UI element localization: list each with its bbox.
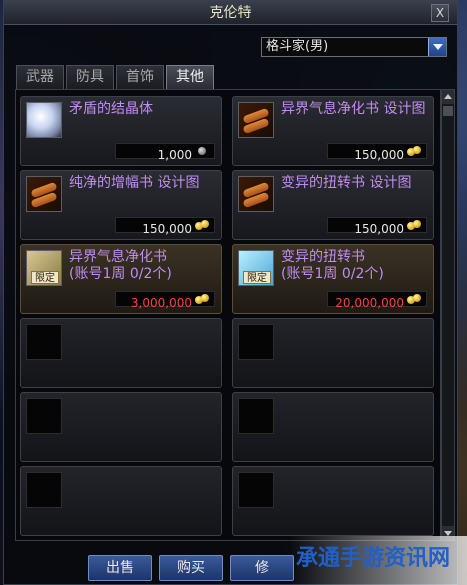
item-name: 异界气息净化书 (账号1周 0/2个) <box>69 249 172 282</box>
chevron-down-icon[interactable] <box>428 38 446 56</box>
item-name: 变异的扭转书 设计图 <box>281 175 412 191</box>
tab-weapons[interactable]: 武器 <box>16 65 64 89</box>
empty-slot-icon <box>238 472 274 508</box>
shop-item[interactable]: 矛盾的结晶体 1,000 <box>20 96 222 166</box>
close-button[interactable]: X <box>431 4 449 22</box>
gold-coin-icon <box>407 294 423 304</box>
window-title: 克伦特 <box>209 5 252 21</box>
scroll-icon <box>238 176 274 212</box>
scroll-icon <box>238 102 274 138</box>
shop-item-limited[interactable]: 限定 变异的扭转书 (账号1周 0/2个) 20,000,000 <box>232 244 434 314</box>
item-price: 150,000 <box>354 148 404 162</box>
item-price: 150,000 <box>142 222 192 236</box>
item-price: 20,000,000 <box>335 296 404 310</box>
tab-accessories[interactable]: 首饰 <box>116 65 164 89</box>
empty-slot <box>232 392 434 462</box>
class-filter-dropdown[interactable]: 格斗家(男) <box>261 37 447 57</box>
empty-slot-icon <box>26 472 62 508</box>
tab-armor[interactable]: 防具 <box>66 65 114 89</box>
buy-button[interactable]: 购买 <box>159 555 223 581</box>
item-name: 矛盾的结晶体 <box>69 101 153 117</box>
shop-item[interactable]: 异界气息净化书 设计图 150,000 <box>232 96 434 166</box>
scroll-icon <box>26 176 62 212</box>
item-price: 1,000 <box>157 148 192 162</box>
item-price: 150,000 <box>354 222 404 236</box>
gray-coin-icon <box>195 146 211 156</box>
limited-badge: 限定 <box>243 271 271 284</box>
item-name: 异界气息净化书 设计图 <box>281 101 426 117</box>
sell-button[interactable]: 出售 <box>88 555 152 581</box>
shop-item[interactable]: 纯净的增幅书 设计图 150,000 <box>20 170 222 240</box>
item-grid: 矛盾的结晶体 1,000 异界气息净化书 设计图 150,000 纯净的增幅书 … <box>15 89 441 541</box>
gold-coin-icon <box>195 294 211 304</box>
limited-badge: 限定 <box>31 271 59 284</box>
crystal-icon <box>26 102 62 138</box>
empty-slot <box>20 392 222 462</box>
gold-coin-icon <box>407 220 423 230</box>
book-icon: 限定 <box>26 250 62 286</box>
price-box: 3,000,000 <box>115 291 215 310</box>
price-box: 1,000 <box>115 143 215 162</box>
empty-slot-icon <box>238 398 274 434</box>
npc-shop-window: 克伦特 X 格斗家(男) 武器 防具 首饰 其他 矛盾的结晶体 1,000 异界… <box>3 0 458 585</box>
tab-other[interactable]: 其他 <box>166 65 214 89</box>
scroll-thumb[interactable] <box>443 106 453 116</box>
empty-slot <box>20 466 222 536</box>
title-bar[interactable]: 克伦特 X <box>4 1 457 25</box>
shop-item[interactable]: 变异的扭转书 设计图 150,000 <box>232 170 434 240</box>
price-box: 150,000 <box>327 143 427 162</box>
watermark-text: 承通手游资讯网 <box>296 546 451 571</box>
empty-slot <box>232 466 434 536</box>
book-icon: 限定 <box>238 250 274 286</box>
empty-slot-icon <box>26 398 62 434</box>
price-box: 20,000,000 <box>327 291 427 310</box>
item-price: 3,000,000 <box>130 296 192 310</box>
empty-slot <box>232 318 434 388</box>
scrollbar[interactable] <box>441 89 455 541</box>
class-filter-value: 格斗家(男) <box>266 39 329 54</box>
gold-coin-icon <box>195 220 211 230</box>
price-box: 150,000 <box>327 217 427 236</box>
empty-slot-icon <box>238 324 274 360</box>
gold-coin-icon <box>407 146 423 156</box>
item-name: 纯净的增幅书 设计图 <box>69 175 200 191</box>
item-name: 变异的扭转书 (账号1周 0/2个) <box>281 249 384 282</box>
empty-slot <box>20 318 222 388</box>
empty-slot-icon <box>26 324 62 360</box>
repair-button[interactable]: 修 <box>230 555 294 581</box>
scroll-up-icon[interactable] <box>442 90 454 104</box>
price-box: 150,000 <box>115 217 215 236</box>
shop-item-limited[interactable]: 限定 异界气息净化书 (账号1周 0/2个) 3,000,000 <box>20 244 222 314</box>
